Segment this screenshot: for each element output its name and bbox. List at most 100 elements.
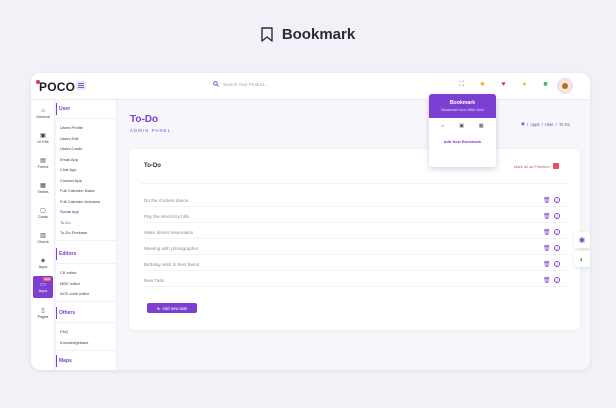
mark-all-finished-button[interactable]: Mark all as Finished <box>514 163 559 169</box>
rail-item-forms[interactable]: ▤ Forms <box>31 152 55 174</box>
submenu-link[interactable]: Users Edit <box>60 136 78 141</box>
customizer-button[interactable]: ✱ <box>574 232 590 248</box>
rail-item-cards[interactable]: ▢ Cards <box>31 202 55 224</box>
add-new-bookmark-link[interactable]: Add New Bookmark <box>429 139 496 144</box>
star-icon[interactable]: ★ <box>478 80 487 89</box>
submenu-link[interactable]: Users Profile <box>60 125 83 130</box>
add-task-label: Add new task <box>162 305 188 311</box>
task-row[interactable]: Make dinner reservation 🗑 ✓ <box>141 228 568 239</box>
hero-title: Bookmark <box>281 26 356 43</box>
rail-item-pages[interactable]: ▯ Pages <box>31 302 55 324</box>
fullscreen-icon[interactable]: ⛶ <box>457 80 466 89</box>
rail-label: Charts <box>37 239 49 244</box>
rail-item-general[interactable]: ⌂ General <box>31 102 55 124</box>
submenu-link[interactable]: To-Do Firebase <box>60 230 87 235</box>
apps-icon[interactable]: ■ <box>541 80 550 89</box>
submenu-link[interactable]: MDE editor <box>60 281 80 286</box>
submenu-link[interactable]: Chat App <box>60 167 76 172</box>
menu-toggle-button[interactable] <box>76 81 86 90</box>
check-icon[interactable]: ✓ <box>554 261 560 267</box>
submenu-link[interactable]: FAQ <box>60 329 68 334</box>
app-frame: POCO Search Your Product... ⛶ ★ ♥ ● ■ ⌂ G… <box>31 73 590 370</box>
trash-icon[interactable]: 🗑 <box>543 197 551 204</box>
rail-item-apps-layers[interactable]: ◈ Apps <box>31 252 55 274</box>
language-icon[interactable]: ● <box>520 80 529 89</box>
task-row[interactable]: New Task 🗑 ✓ <box>141 276 568 287</box>
mark-all-label: Mark all as Finished <box>514 163 550 169</box>
submenu-section-others: Others <box>59 310 76 316</box>
breadcrumb: ◉ / Apps / User / To-Do <box>521 121 570 127</box>
rail-label: Cards <box>37 214 49 219</box>
rail-item-apps[interactable]: New ▭ Apps <box>33 276 53 298</box>
submenu-section-editors: Editors <box>59 251 77 257</box>
todo-card-title: To-Do <box>144 163 161 169</box>
briefcase-icon[interactable]: ▦ <box>479 123 484 129</box>
breadcrumb-separator: / <box>526 121 529 127</box>
layers-icon: ◈ <box>40 257 46 264</box>
hero-header: Bookmark <box>0 26 616 43</box>
clipboard-icon: ▤ <box>40 157 46 164</box>
heart-icon[interactable]: ♥ <box>499 80 508 89</box>
bookmark-popup-header: Bookmark Bookmark Icon With Grid <box>429 94 496 118</box>
trash-icon[interactable]: 🗑 <box>543 277 551 284</box>
search-bar[interactable]: Search Your Product... <box>213 81 268 87</box>
check-icon[interactable]: ✓ <box>554 245 560 251</box>
home-icon[interactable]: ⌂ <box>441 123 444 129</box>
rail-item-charts[interactable]: ▥ Charts <box>31 227 55 249</box>
camera-icon[interactable]: ▣ <box>459 123 464 129</box>
task-row[interactable]: Birthday wish to best friend 🗑 ✓ <box>141 260 568 271</box>
submenu: User Users Profile Users Edit Users Card… <box>56 100 117 370</box>
bar-chart-icon: ▥ <box>40 232 46 239</box>
main-content: To-Do ADMIN PANEL ◉ / Apps / User / To-D… <box>118 100 590 370</box>
breadcrumb-separator: / <box>541 121 543 127</box>
submenu-link[interactable]: Full Calender Advance <box>60 199 100 204</box>
color-picker-button[interactable]: ◐ <box>574 251 590 267</box>
rail-label: Apps <box>38 264 48 269</box>
submenu-link[interactable]: CK editor <box>60 270 77 275</box>
check-icon[interactable]: ✓ <box>554 197 560 203</box>
breadcrumb-separator: / <box>555 121 557 127</box>
rail-item-tables[interactable]: ▦ Tables <box>31 177 55 199</box>
submenu-link-active[interactable]: To-Do <box>60 220 71 225</box>
rail-item-ui-kits[interactable]: ▣ UI Kits <box>31 127 55 149</box>
rail-label: UI Kits <box>37 139 49 144</box>
task-text: Make dinner reservation <box>144 230 194 235</box>
submenu-link[interactable]: ACE code editor <box>60 291 89 296</box>
table-icon: ▦ <box>40 182 46 189</box>
submenu-link[interactable]: Knowledgebase <box>60 340 88 345</box>
submenu-link[interactable]: Users Cards <box>60 146 82 151</box>
task-row[interactable]: Pay the electricity bills 🗑 ✓ <box>141 212 568 223</box>
breadcrumb-item[interactable]: Apps <box>530 122 540 127</box>
trash-icon[interactable]: 🗑 <box>543 229 551 236</box>
home-icon: ⌂ <box>41 107 45 114</box>
check-icon[interactable]: ✓ <box>554 213 560 219</box>
submenu-link[interactable]: Contact App <box>60 178 82 183</box>
breadcrumb-item[interactable]: User <box>545 122 554 127</box>
submenu-divider <box>56 240 117 241</box>
rail-label: Apps <box>38 288 48 293</box>
add-task-button[interactable]: ⊕ Add new task <box>147 303 197 313</box>
rail-label: Pages <box>37 314 49 319</box>
check-icon[interactable]: ✓ <box>554 277 560 283</box>
trash-icon[interactable]: 🗑 <box>543 261 551 268</box>
task-row[interactable]: Do the chicken dance 🗑 ✓ <box>141 196 568 207</box>
icon-rail: ⌂ General ▣ UI Kits ▤ Forms ▦ Tables ▢ Cards … <box>31 100 55 370</box>
submenu-link[interactable]: Full Calender Basic <box>60 188 95 193</box>
card-divider <box>141 183 568 184</box>
check-icon[interactable]: ✓ <box>554 229 560 235</box>
plus-circle-icon: ⊕ <box>156 305 161 311</box>
logo[interactable]: POCO <box>36 80 75 94</box>
task-row[interactable]: Meeting with photographer 🗑 ✓ <box>141 244 568 255</box>
page-subtitle: ADMIN PANEL <box>130 128 172 133</box>
home-icon[interactable]: ◉ <box>521 121 525 127</box>
trash-icon[interactable]: 🗑 <box>543 245 551 252</box>
rail-label: Tables <box>37 189 49 194</box>
folder-icon: ▭ <box>40 281 46 288</box>
bookmark-icon <box>261 27 273 42</box>
trash-icon[interactable]: 🗑 <box>543 213 551 220</box>
submenu-link[interactable]: Email App <box>60 157 78 162</box>
user-avatar[interactable] <box>557 78 573 94</box>
submenu-link[interactable]: Social App <box>60 209 79 214</box>
page-title: To-Do <box>130 114 159 125</box>
submenu-divider <box>56 322 117 323</box>
